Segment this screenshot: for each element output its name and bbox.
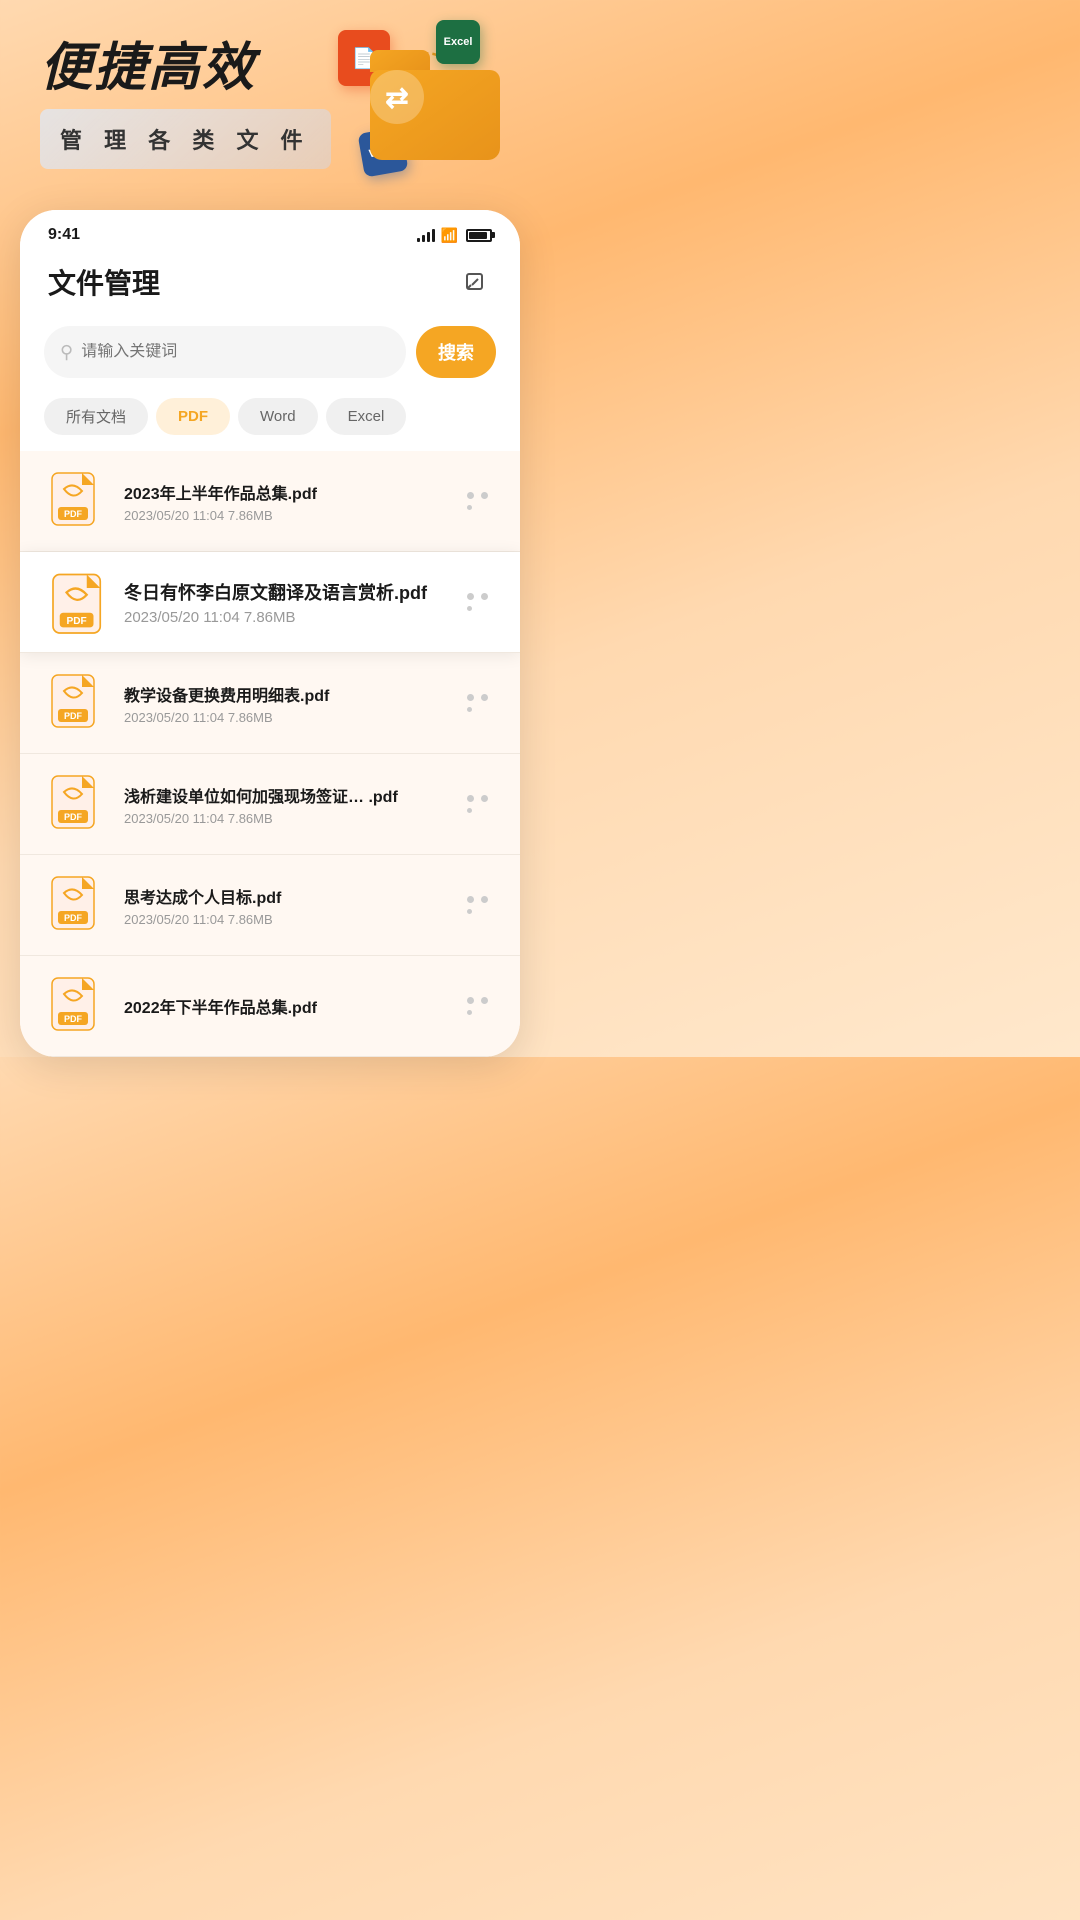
pdf-file-icon: PDF <box>44 974 108 1038</box>
svg-text:PDF: PDF <box>64 1014 83 1024</box>
file-meta: 2023/05/20 11:04 7.86MB <box>124 609 462 626</box>
more-options-button[interactable] <box>462 787 496 821</box>
tab-word[interactable]: Word <box>238 398 318 435</box>
svg-text:PDF: PDF <box>64 913 83 923</box>
file-info: 思考达成个人目标.pdf 2023/05/20 11:04 7.86MB <box>124 884 462 927</box>
battery-icon <box>466 229 492 242</box>
more-dots-icon <box>467 895 491 915</box>
more-options-button[interactable] <box>462 484 496 518</box>
more-dots-icon <box>467 693 491 713</box>
tab-pdf[interactable]: PDF <box>156 398 230 435</box>
pdf-file-icon: PDF <box>44 772 108 836</box>
folder-icon: ⇄ <box>370 50 500 160</box>
search-button[interactable]: 搜索 <box>416 326 496 378</box>
search-input[interactable] <box>81 343 390 361</box>
wifi-icon: 📶 <box>441 227 458 244</box>
pdf-file-icon: PDF <box>44 873 108 937</box>
pdf-file-icon: PDF <box>44 570 108 634</box>
svg-text:PDF: PDF <box>64 711 83 721</box>
folder-body: ⇄ <box>370 70 500 160</box>
svg-text:PDF: PDF <box>64 812 83 822</box>
more-dots-icon <box>467 996 491 1016</box>
more-dots-icon <box>467 592 491 612</box>
pdf-file-icon: PDF <box>44 671 108 735</box>
file-name: 教学设备更换费用明细表.pdf <box>124 682 462 706</box>
app-header: 文件管理 <box>20 252 520 318</box>
list-item[interactable]: PDF 浅析建设单位如何加强现场签证… .pdf 2023/05/20 11:0… <box>20 754 520 855</box>
file-info: 2023年上半年作品总集.pdf 2023/05/20 11:04 7.86MB <box>124 480 462 523</box>
phone-mockup: 9:41 📶 文件管理 ⚲ <box>20 210 520 1057</box>
status-bar: 9:41 📶 <box>20 210 520 252</box>
file-name: 思考达成个人目标.pdf <box>124 884 462 908</box>
hero-section: 便捷高效 管 理 各 类 文 件 📄 Excel Word ⇄ <box>0 0 540 200</box>
file-meta: 2023/05/20 11:04 7.86MB <box>124 710 462 725</box>
more-dots-icon <box>467 794 491 814</box>
hero-subtitle: 管 理 各 类 文 件 <box>40 109 331 169</box>
filter-tabs: 所有文档 PDF Word Excel <box>20 394 520 451</box>
app-title: 文件管理 <box>48 262 160 302</box>
more-options-button[interactable] <box>462 686 496 720</box>
search-row: ⚲ 搜索 <box>20 318 520 394</box>
status-time: 9:41 <box>48 226 80 244</box>
search-icon: ⚲ <box>60 342 73 363</box>
folder-tab <box>370 50 430 72</box>
file-info: 冬日有怀李白原文翻译及语言赏析.pdf 2023/05/20 11:04 7.8… <box>124 579 462 626</box>
tab-excel[interactable]: Excel <box>326 398 407 435</box>
file-name: 2023年上半年作品总集.pdf <box>124 480 462 504</box>
file-info: 2022年下半年作品总集.pdf <box>124 994 462 1018</box>
svg-text:PDF: PDF <box>64 509 83 519</box>
more-dots-icon <box>467 491 491 511</box>
file-info: 教学设备更换费用明细表.pdf 2023/05/20 11:04 7.86MB <box>124 682 462 725</box>
status-icons: 📶 <box>417 227 492 244</box>
more-options-button[interactable] <box>462 989 496 1023</box>
file-name: 浅析建设单位如何加强现场签证… .pdf <box>124 783 462 807</box>
pdf-file-icon: PDF <box>44 469 108 533</box>
file-list: PDF 2023年上半年作品总集.pdf 2023/05/20 11:04 7.… <box>20 451 520 1057</box>
svg-text:PDF: PDF <box>67 616 87 627</box>
folder-arrows: ⇄ <box>370 70 424 124</box>
list-item[interactable]: PDF 2023年上半年作品总集.pdf 2023/05/20 11:04 7.… <box>20 451 520 552</box>
list-item[interactable]: PDF 思考达成个人目标.pdf 2023/05/20 11:04 7.86MB <box>20 855 520 956</box>
file-name: 冬日有怀李白原文翻译及语言赏析.pdf <box>124 579 462 605</box>
search-input-wrapper: ⚲ <box>44 326 406 378</box>
more-options-button[interactable] <box>462 888 496 922</box>
edit-icon[interactable] <box>458 265 492 299</box>
file-meta: 2023/05/20 11:04 7.86MB <box>124 912 462 927</box>
file-info: 浅析建设单位如何加强现场签证… .pdf 2023/05/20 11:04 7.… <box>124 783 462 826</box>
tab-all-docs[interactable]: 所有文档 <box>44 398 148 435</box>
signal-icon <box>417 228 435 242</box>
hero-icons: 📄 Excel Word ⇄ <box>310 20 510 200</box>
list-item[interactable]: PDF 教学设备更换费用明细表.pdf 2023/05/20 11:04 7.8… <box>20 653 520 754</box>
file-meta: 2023/05/20 11:04 7.86MB <box>124 811 462 826</box>
file-name: 2022年下半年作品总集.pdf <box>124 994 462 1018</box>
list-item[interactable]: PDF 冬日有怀李白原文翻译及语言赏析.pdf 2023/05/20 11:04… <box>20 552 520 653</box>
list-item[interactable]: PDF 2022年下半年作品总集.pdf <box>20 956 520 1057</box>
file-meta: 2023/05/20 11:04 7.86MB <box>124 508 462 523</box>
more-options-button[interactable] <box>462 585 496 619</box>
